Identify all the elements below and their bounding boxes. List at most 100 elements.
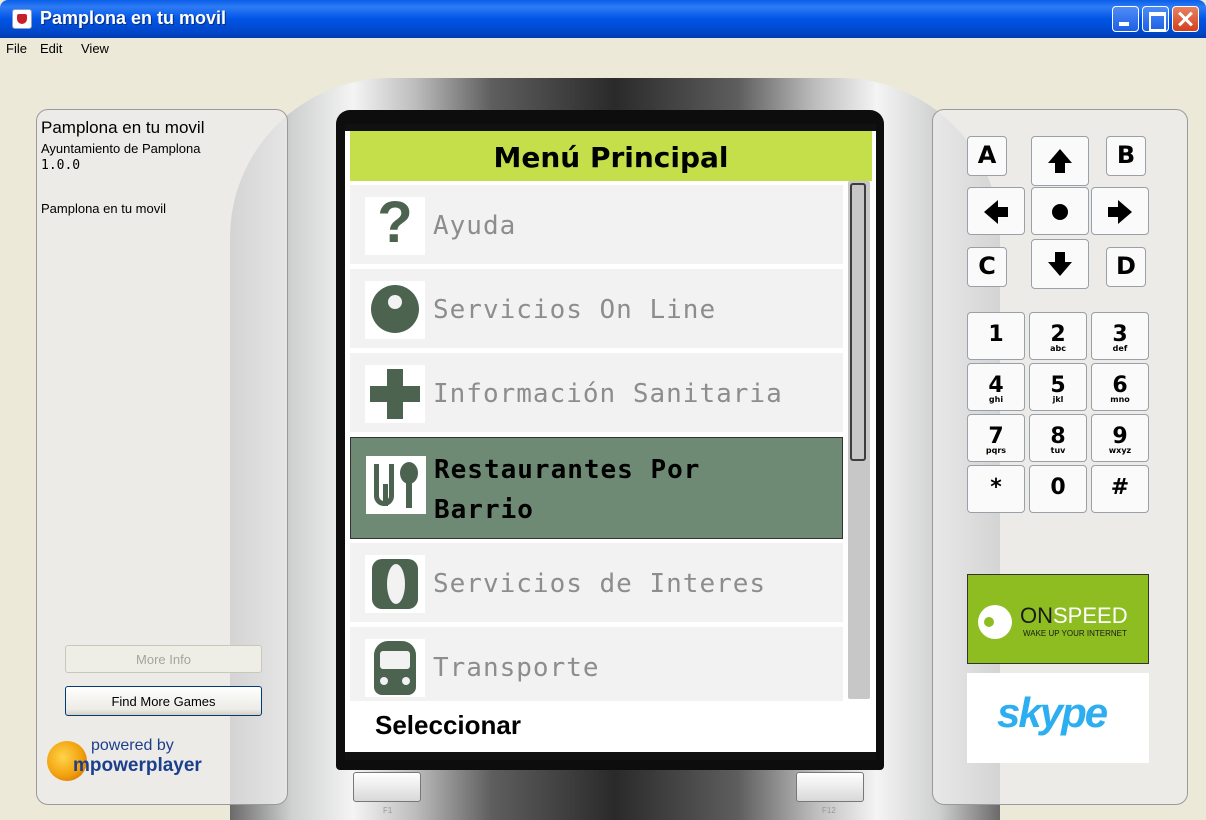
key-2[interactable]: 2 abc <box>1029 312 1087 360</box>
window-title: Pamplona en tu movil <box>40 8 227 28</box>
key-sub-label: pqrs <box>985 446 1007 455</box>
right-softkey-button[interactable] <box>796 772 864 802</box>
menu-item-label: Servicios On Line <box>433 295 717 325</box>
key-5[interactable]: 5 jkl <box>1029 363 1087 411</box>
bus-icon <box>365 639 425 697</box>
key-c-label: C <box>978 252 996 280</box>
menu-item-ayuda[interactable]: ? Ayuda <box>350 185 843 264</box>
info-icon <box>365 555 425 613</box>
menu-item-transporte[interactable]: Transporte <box>350 627 843 701</box>
key-hash[interactable]: # <box>1091 465 1149 513</box>
screen-title: Menú Principal <box>493 141 729 174</box>
app-name: Pamplona en tu movil <box>41 118 205 137</box>
key-9[interactable]: 9 wxyz <box>1091 414 1149 462</box>
left-softkey-button[interactable] <box>353 772 421 802</box>
key-sub-label: mno <box>1110 395 1130 404</box>
app-version: 1.0.0 <box>41 158 81 173</box>
key-4[interactable]: 4 ghi <box>967 363 1025 411</box>
screen-bottom-border <box>345 752 876 760</box>
key-0[interactable]: 0 <box>1029 465 1087 513</box>
key-sub-label: wxyz <box>1108 446 1132 455</box>
phone-screen: Menú Principal ? Ayuda Servicios On Line… <box>345 124 876 760</box>
key-c[interactable]: C <box>967 247 1007 287</box>
fork-spoon-icon <box>366 456 426 514</box>
key-main-label: # <box>1110 475 1130 500</box>
screen-top-border <box>345 124 876 131</box>
key-1[interactable]: 1 <box>967 312 1025 360</box>
list-scroll-thumb[interactable] <box>850 183 866 461</box>
arrow-down-icon <box>1048 252 1072 276</box>
key-d[interactable]: D <box>1106 247 1146 287</box>
menu-item-label: Servicios de Interes <box>433 569 767 599</box>
main-menu-list: ? Ayuda Servicios On Line Información Sa… <box>350 181 843 701</box>
health-cross-icon <box>365 365 425 423</box>
select-dot-icon <box>1052 204 1068 220</box>
key-main-label: * <box>990 475 1002 500</box>
key-sub-label: ghi <box>988 395 1004 404</box>
app-vendor: Ayuntamiento de Pamplona <box>41 141 201 156</box>
skype-logo: skype <box>997 689 1108 736</box>
question-icon: ? <box>365 190 425 255</box>
arrow-left-icon <box>984 200 1008 224</box>
logo-brand-text: mpowerplayer <box>73 755 202 776</box>
skype-ad-banner[interactable]: skype <box>967 673 1149 763</box>
onspeed-speed-text: SPEED <box>1053 603 1128 628</box>
menu-item-label: Transporte <box>433 653 600 683</box>
key-8[interactable]: 8 tuv <box>1029 414 1087 462</box>
arrow-right-icon <box>1108 200 1132 224</box>
key-a[interactable]: A <box>967 136 1007 176</box>
key-7[interactable]: 7 pqrs <box>967 414 1025 462</box>
f1-label: F1 <box>383 806 393 815</box>
logo-powered-text: powered by <box>91 737 174 754</box>
mpowerplayer-logo: powered by mpowerplayer <box>47 735 217 787</box>
minimize-button[interactable] <box>1112 6 1139 32</box>
menu-item-servicios-interes[interactable]: Servicios de Interes <box>350 543 843 622</box>
f12-label: F12 <box>822 806 836 815</box>
key-sub-label: tuv <box>1050 446 1066 455</box>
key-sub-label: abc <box>1050 344 1066 353</box>
more-info-button[interactable]: More Info <box>65 645 262 673</box>
key-3[interactable]: 3 def <box>1091 312 1149 360</box>
onspeed-logo-icon <box>978 605 1012 639</box>
onspeed-logo-text: ONSPEED <box>1020 603 1128 629</box>
menu-view[interactable]: View <box>81 41 109 56</box>
menu-file[interactable]: File <box>6 41 27 56</box>
find-more-games-button[interactable]: Find More Games <box>65 686 262 716</box>
menu-item-servicios-online[interactable]: Servicios On Line <box>350 269 843 348</box>
menu-item-label-line2: Barrio <box>434 495 534 525</box>
key-down[interactable] <box>1031 239 1089 289</box>
menu-item-label: Restaurantes Por <box>434 455 701 485</box>
onspeed-ad-banner[interactable]: ONSPEED WAKE UP YOUR INTERNET <box>967 574 1149 664</box>
menu-bar: File Edit View <box>0 38 1206 60</box>
onspeed-on-text: ON <box>1020 603 1053 628</box>
arrow-up-icon <box>1048 149 1072 173</box>
app-info-panel: Pamplona en tu movil Ayuntamiento de Pam… <box>36 109 288 805</box>
key-star[interactable]: * <box>967 465 1025 513</box>
app-description: Pamplona en tu movil <box>41 201 167 216</box>
close-button[interactable] <box>1172 6 1199 32</box>
title-bar[interactable]: Pamplona en tu movil <box>0 0 1206 38</box>
menu-item-informacion-sanitaria[interactable]: Información Sanitaria <box>350 353 843 432</box>
menu-item-restaurantes[interactable]: Restaurantes Por Barrio <box>350 437 843 539</box>
key-main-label: 1 <box>988 322 1004 347</box>
menu-item-label: Información Sanitaria <box>433 379 783 409</box>
key-main-label: 0 <box>1050 475 1066 500</box>
key-b-label: B <box>1116 141 1136 169</box>
key-d-label: D <box>1116 252 1136 280</box>
key-right[interactable] <box>1091 187 1149 235</box>
softkey-select-label[interactable]: Seleccionar <box>375 710 521 741</box>
key-a-label: A <box>977 141 997 169</box>
menu-item-label: Ayuda <box>433 211 517 241</box>
onspeed-tagline: WAKE UP YOUR INTERNET <box>1023 629 1127 638</box>
list-scrollbar[interactable] <box>848 181 870 699</box>
key-6[interactable]: 6 mno <box>1091 363 1149 411</box>
maximize-button[interactable] <box>1142 6 1169 32</box>
key-select[interactable] <box>1031 187 1089 235</box>
key-sub-label: jkl <box>1052 395 1064 404</box>
key-up[interactable] <box>1031 136 1089 186</box>
menu-edit[interactable]: Edit <box>40 41 62 56</box>
key-left[interactable] <box>967 187 1025 235</box>
app-icon <box>12 9 32 29</box>
key-b[interactable]: B <box>1106 136 1146 176</box>
screen-header: Menú Principal <box>350 131 872 181</box>
